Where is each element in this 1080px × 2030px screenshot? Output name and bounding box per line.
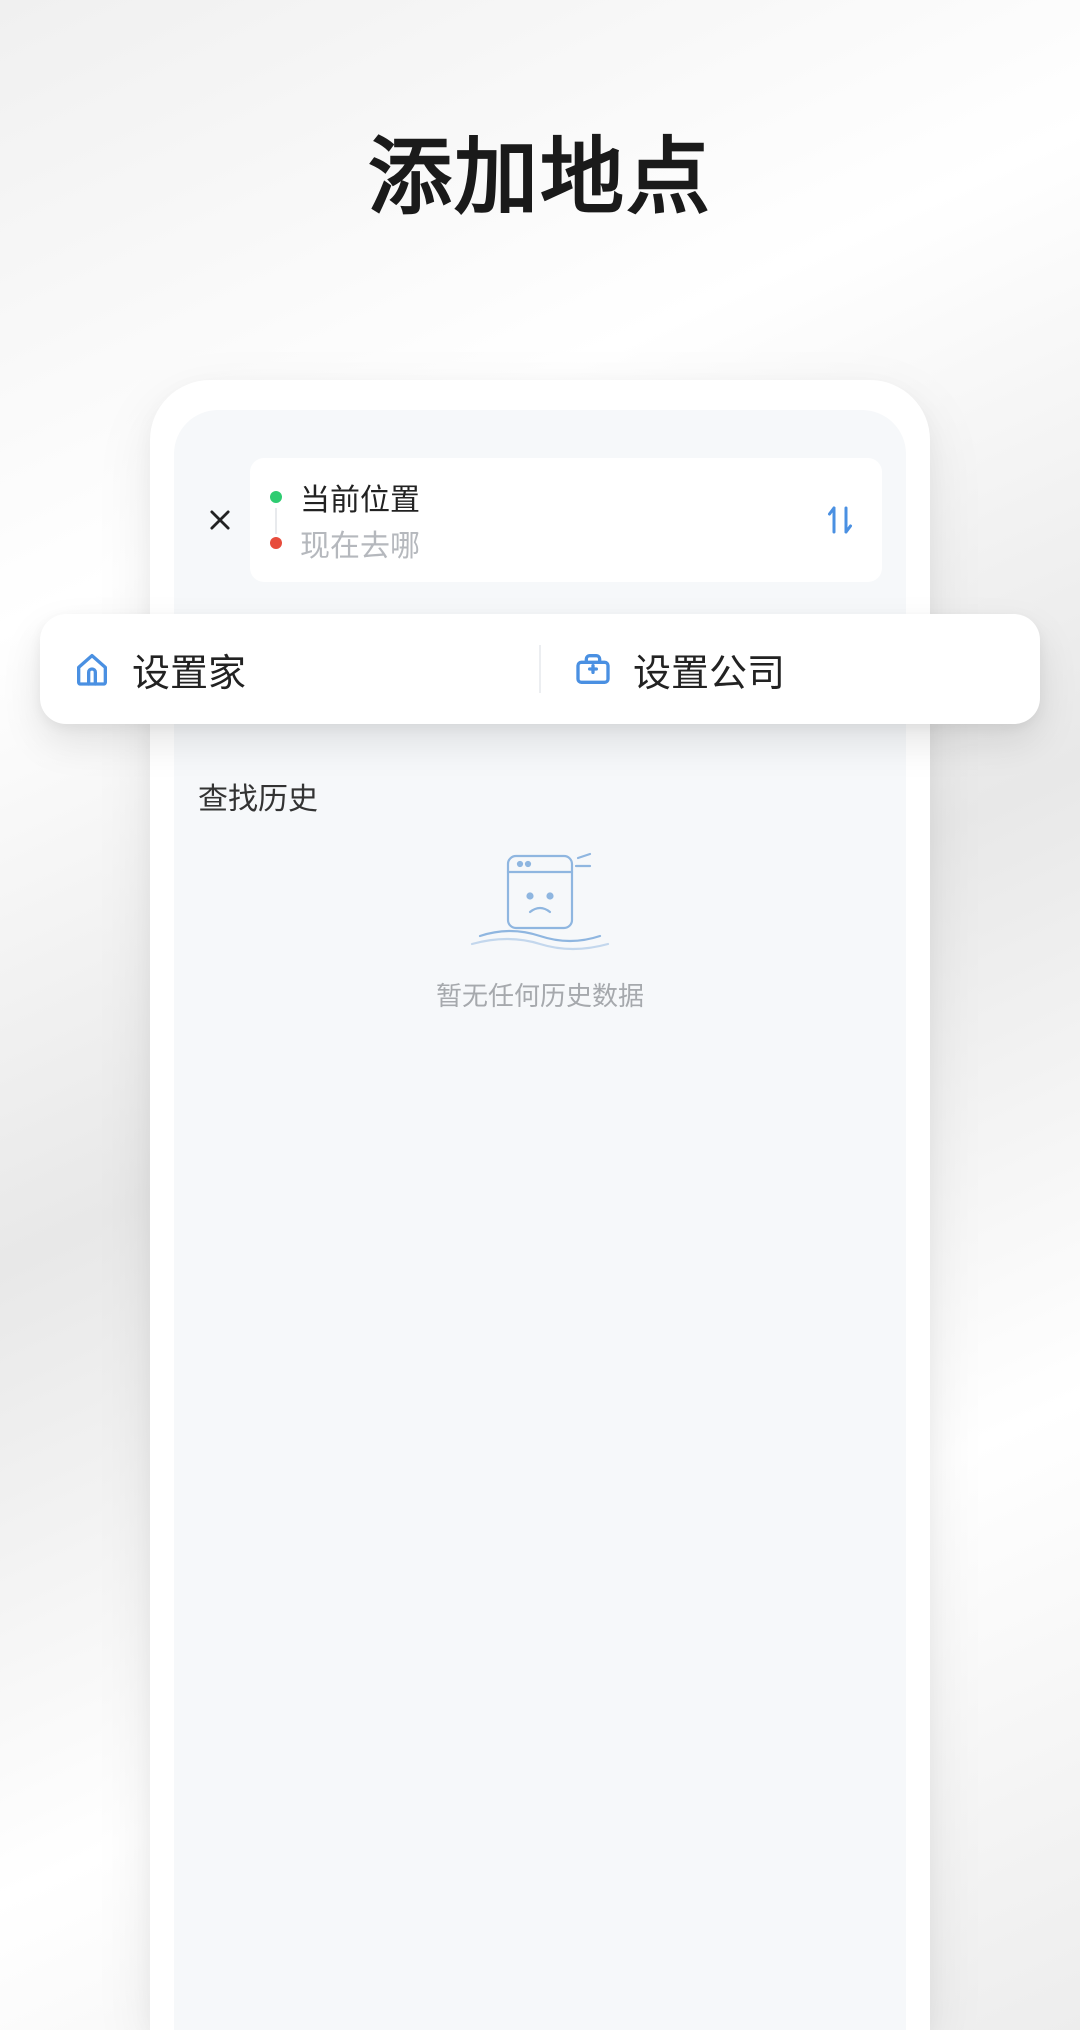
briefcase-icon: [571, 647, 615, 691]
origin-field[interactable]: 当前位置: [270, 474, 818, 520]
origin-dot-icon: [270, 491, 282, 503]
quickset-card: 设置家 设置公司: [40, 614, 1040, 724]
close-button[interactable]: [198, 498, 242, 542]
history-section: 查找历史: [198, 774, 882, 1013]
set-home-label: 设置家: [132, 642, 246, 697]
route-inputs: 当前位置 现在去哪: [250, 458, 882, 582]
swap-icon: [822, 502, 858, 538]
destination-placeholder: 现在去哪: [300, 521, 420, 565]
swap-button[interactable]: [818, 498, 862, 542]
empty-icon: [460, 848, 620, 958]
route-card: 当前位置 现在去哪: [198, 458, 882, 582]
destination-field[interactable]: 现在去哪: [270, 520, 818, 566]
empty-text: 暂无任何历史数据: [436, 976, 644, 1013]
origin-label: 当前位置: [300, 475, 420, 519]
set-home-button[interactable]: 设置家: [40, 642, 539, 697]
close-icon: [206, 506, 234, 534]
empty-state: 暂无任何历史数据: [198, 848, 882, 1013]
set-company-label: 设置公司: [633, 642, 785, 697]
page-title: 添加地点: [0, 110, 1080, 231]
destination-dot-icon: [270, 537, 282, 549]
route-fields: 当前位置 现在去哪: [270, 474, 818, 566]
history-title: 查找历史: [198, 774, 882, 818]
home-icon: [70, 647, 114, 691]
set-company-button[interactable]: 设置公司: [541, 642, 1040, 697]
